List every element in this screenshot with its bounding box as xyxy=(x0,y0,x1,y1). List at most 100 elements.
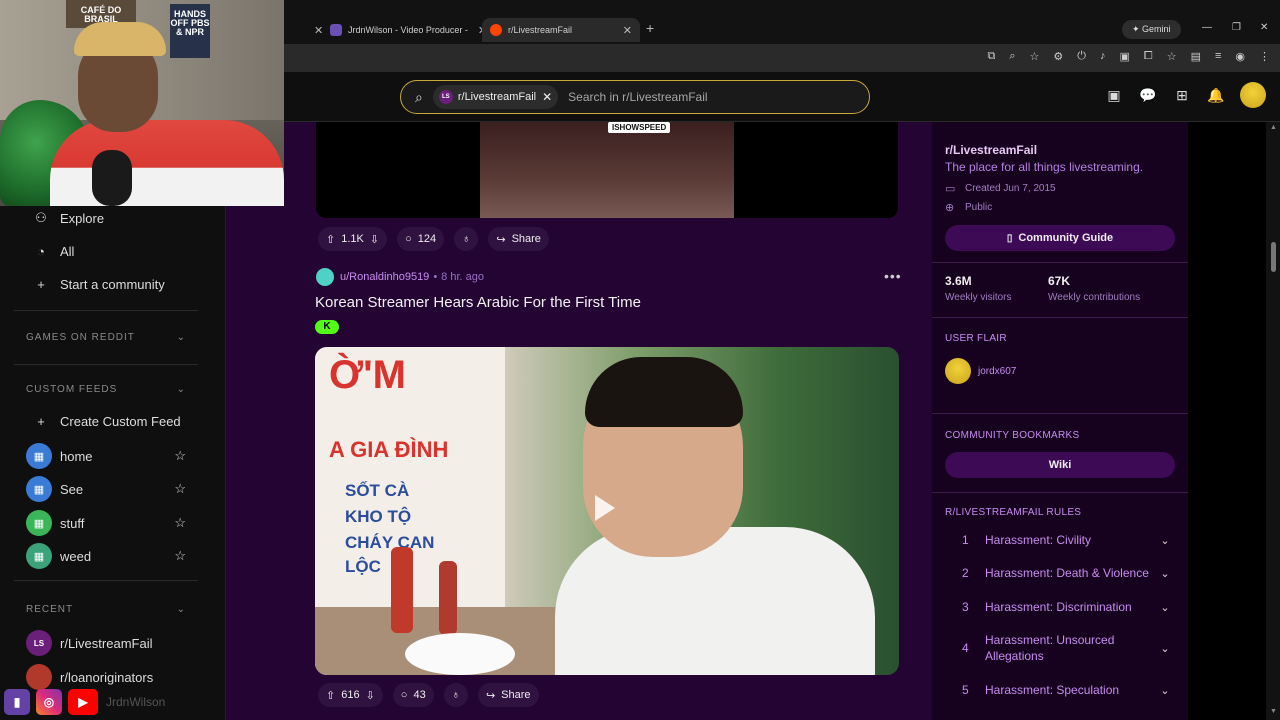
section-games[interactable]: GAMES ON REDDIT ⌄ xyxy=(26,332,186,343)
feed-grid-icon: ▦ xyxy=(26,543,52,569)
bookmark-star-icon[interactable]: ☆ xyxy=(1030,50,1040,63)
wiki-button[interactable]: Wiki xyxy=(945,452,1175,478)
rule-item[interactable]: 1 Harassment: Civility ⌄ xyxy=(945,532,1175,548)
search-icon: ⌕ xyxy=(415,88,423,105)
award-button[interactable]: ♁ xyxy=(443,683,468,707)
section-recent[interactable]: RECENT ⌄ xyxy=(26,604,186,615)
tab-livestreamfail[interactable]: r/LivestreamFail ✕ xyxy=(482,18,640,42)
nav-all[interactable]: ◔ All xyxy=(32,244,74,259)
minimize-icon[interactable]: — xyxy=(1202,22,1212,33)
kick-flair-badge: K xyxy=(315,320,339,334)
community-chip[interactable]: LS r/LivestreamFail ✕ xyxy=(432,85,559,109)
rule-item[interactable]: 2 Harassment: Death & Violence ⌄ xyxy=(945,565,1175,581)
extension-icon[interactable]: ⚙ xyxy=(1053,50,1063,63)
new-tab-button[interactable]: + xyxy=(646,20,654,36)
star-icon[interactable]: ☆ xyxy=(174,548,186,564)
chip-remove-icon[interactable]: ✕ xyxy=(542,90,552,104)
power-icon[interactable]: ⏻ xyxy=(1077,50,1086,63)
video-sign-text: CHÁY CAN xyxy=(345,533,435,552)
feed-item-home[interactable]: ▦ home ☆ xyxy=(26,443,186,469)
gemini-label: Gemini xyxy=(1142,24,1171,34)
section-custom-feeds[interactable]: CUSTOM FEEDS ⌄ xyxy=(26,384,186,395)
rule-item[interactable]: 5 Harassment: Speculation ⌄ xyxy=(945,682,1175,698)
star-icon[interactable]: ☆ xyxy=(174,448,186,464)
extension-badge-icon[interactable]: ▣ xyxy=(1119,50,1129,63)
bookmarks-icon[interactable]: ☆ xyxy=(1167,50,1177,63)
post-video[interactable]: Ờ'M A GIA ĐÌNH SỐT CÀ KHO TỘ CHÁY CAN LỘ… xyxy=(315,347,899,675)
award-button[interactable]: ♁ xyxy=(454,227,479,251)
rule-item[interactable]: 3 Harassment: Discrimination ⌄ xyxy=(945,599,1175,615)
nav-all-label: All xyxy=(60,244,75,259)
nav-start-community[interactable]: + Start a community xyxy=(32,277,165,292)
advertise-icon[interactable]: ▣ xyxy=(1104,85,1124,105)
downvote-icon[interactable]: ⇩ xyxy=(370,233,379,246)
post-age: 8 hr. ago xyxy=(441,271,484,283)
notifications-bell-icon[interactable]: 🔔 xyxy=(1206,85,1226,105)
user-avatar[interactable] xyxy=(1240,82,1266,108)
comments-button[interactable]: ○ 124 xyxy=(397,227,445,251)
comments-button[interactable]: ○ 43 xyxy=(392,683,434,707)
share-button[interactable]: ↪ Share xyxy=(477,683,539,707)
recent-loanoriginators[interactable]: r/loanoriginators xyxy=(26,664,186,690)
user-avatar[interactable] xyxy=(316,268,334,286)
upvote-icon[interactable]: ⇧ xyxy=(326,689,335,702)
wiki-label: Wiki xyxy=(1048,459,1072,471)
create-post-icon[interactable]: ⊞ xyxy=(1172,85,1192,105)
rule-item[interactable]: 4 Harassment: Unsourced Allegations ⌄ xyxy=(945,632,1175,664)
zoom-icon[interactable]: ⌕ xyxy=(1009,50,1015,63)
previous-post-video[interactable]: ISHOWSPEED xyxy=(316,122,898,218)
upvote-icon[interactable]: ⇧ xyxy=(326,233,335,246)
feed-item-weed[interactable]: ▦ weed ☆ xyxy=(26,543,186,569)
community-guide-button[interactable]: ▯ Community Guide xyxy=(945,225,1175,251)
webcam-person-cap xyxy=(74,22,166,56)
downvote-icon[interactable]: ⇩ xyxy=(366,689,375,702)
share-button[interactable]: ↪ Share xyxy=(488,227,549,251)
chat-icon[interactable]: 💬 xyxy=(1138,85,1158,105)
puzzle-icon[interactable]: ⧠ xyxy=(1144,50,1153,63)
install-icon[interactable]: ⧉ xyxy=(987,50,995,63)
star-icon[interactable]: ☆ xyxy=(174,481,186,497)
recent-livestreamfail[interactable]: LS r/LivestreamFail xyxy=(26,630,186,656)
sidebar-divider xyxy=(932,492,1188,493)
community-created: ▭ Created Jun 7, 2015 xyxy=(945,182,1056,195)
nav-start-community-label: Start a community xyxy=(60,277,165,292)
tab-label: r/LivestreamFail xyxy=(508,25,573,35)
user-flair[interactable]: jordx607 xyxy=(945,358,1016,384)
close-window-icon[interactable]: ✕ xyxy=(1260,22,1268,33)
star-icon[interactable]: ☆ xyxy=(174,515,186,531)
post-title[interactable]: Korean Streamer Hears Arabic For the Fir… xyxy=(315,294,641,311)
video-bottle xyxy=(439,561,457,635)
maximize-icon[interactable]: ❐ xyxy=(1232,22,1241,33)
play-icon[interactable] xyxy=(595,495,615,521)
scroll-up-icon[interactable]: ▲ xyxy=(1270,124,1277,131)
more-options-icon[interactable]: ••• xyxy=(884,268,902,284)
share-label: Share xyxy=(501,689,531,701)
close-icon[interactable]: ✕ xyxy=(314,24,323,37)
feed-item-see[interactable]: ▦ See ☆ xyxy=(26,476,186,502)
video-sign-text: KHO TỘ xyxy=(345,507,412,526)
post-username[interactable]: u/Ronaldinho9519 xyxy=(340,271,429,283)
create-custom-feed[interactable]: + Create Custom Feed xyxy=(32,414,192,429)
scroll-down-icon[interactable]: ▼ xyxy=(1270,708,1277,715)
gemini-button[interactable]: ✦ Gemini xyxy=(1122,20,1181,39)
media-icon[interactable]: ≡ xyxy=(1215,50,1221,63)
tab-jrdnwilson[interactable]: JrdnWilson - Video Producer - ✕ xyxy=(330,18,487,42)
rule-text: Harassment: Death & Violence xyxy=(985,566,1149,580)
address-bar-row: ⧉ ⌕ ☆ ⚙ ⏻ ♪ ▣ ⧠ ☆ ▤ ≡ ◉ ⋮ xyxy=(284,44,1280,72)
left-sidebar: ⚇ Explore ◔ All + Start a community GAMES O… xyxy=(0,206,226,720)
search-bar[interactable]: ⌕ LS r/LivestreamFail ✕ xyxy=(400,80,870,114)
close-icon[interactable]: ✕ xyxy=(623,24,632,37)
sidepanel-icon[interactable]: ▤ xyxy=(1191,50,1201,63)
search-input[interactable] xyxy=(568,90,849,104)
nav-explore[interactable]: ⚇ Explore xyxy=(32,210,104,226)
audio-icon[interactable]: ♪ xyxy=(1100,50,1106,63)
feed-item-stuff[interactable]: ▦ stuff ☆ xyxy=(26,510,186,536)
plus-icon: + xyxy=(37,414,45,429)
scrollbar-thumb[interactable] xyxy=(1271,242,1276,272)
book-icon: ▯ xyxy=(1006,232,1013,244)
profile-icon[interactable]: ◉ xyxy=(1235,50,1245,63)
page-scrollbar[interactable]: ▲ ▼ xyxy=(1266,122,1280,720)
share-label: Share xyxy=(511,233,541,245)
tab-close-prev[interactable]: ✕ xyxy=(304,18,323,42)
menu-icon[interactable]: ⋮ xyxy=(1259,50,1270,63)
